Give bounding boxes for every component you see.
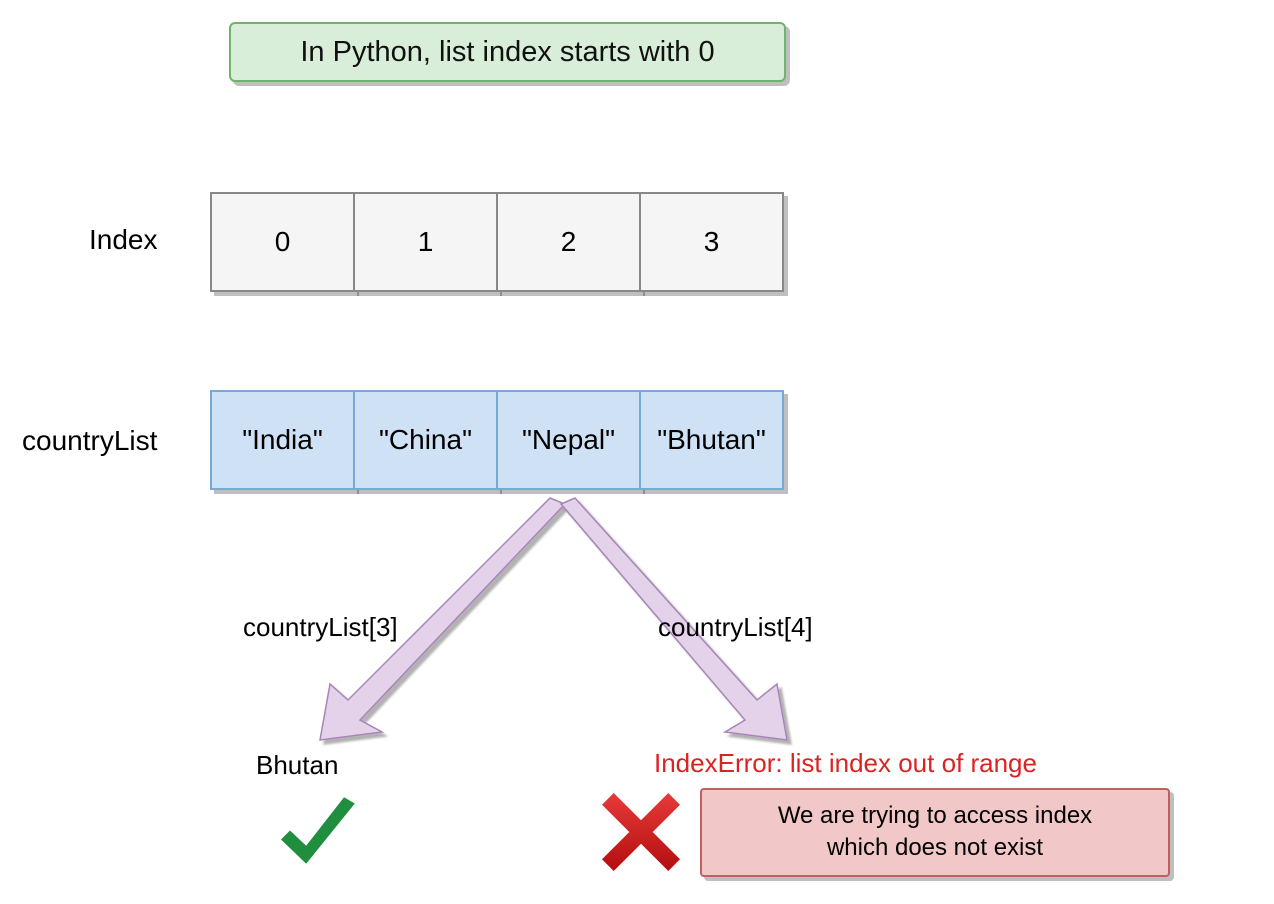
title-box: In Python, list index starts with 0 <box>229 22 786 82</box>
list-cell-0: "India" <box>210 390 355 490</box>
index-row-label: Index <box>89 224 158 256</box>
list-cell-2: "Nepal" <box>496 390 641 490</box>
cross-icon <box>602 793 680 871</box>
right-expression: countryList[4] <box>658 612 813 643</box>
title-text: In Python, list index starts with 0 <box>300 36 714 69</box>
left-result: Bhutan <box>256 750 338 781</box>
list-cell-3: "Bhutan" <box>639 390 784 490</box>
left-expression: countryList[3] <box>243 612 398 643</box>
index-cell-1: 1 <box>353 192 498 292</box>
error-explanation-box: We are trying to access index which does… <box>700 788 1170 877</box>
index-row: 0 1 2 3 <box>210 192 784 292</box>
index-cell-0: 0 <box>210 192 355 292</box>
list-cell-1: "China" <box>353 390 498 490</box>
error-box-line-2: which does not exist <box>720 832 1150 864</box>
error-message: IndexError: list index out of range <box>654 748 1037 779</box>
index-cell-3: 3 <box>639 192 784 292</box>
checkmark-icon <box>272 790 362 880</box>
list-row: "India" "China" "Nepal" "Bhutan" <box>210 390 784 490</box>
error-box-line-1: We are trying to access index <box>720 800 1150 832</box>
list-row-label: countryList <box>22 425 157 457</box>
index-cell-2: 2 <box>496 192 641 292</box>
